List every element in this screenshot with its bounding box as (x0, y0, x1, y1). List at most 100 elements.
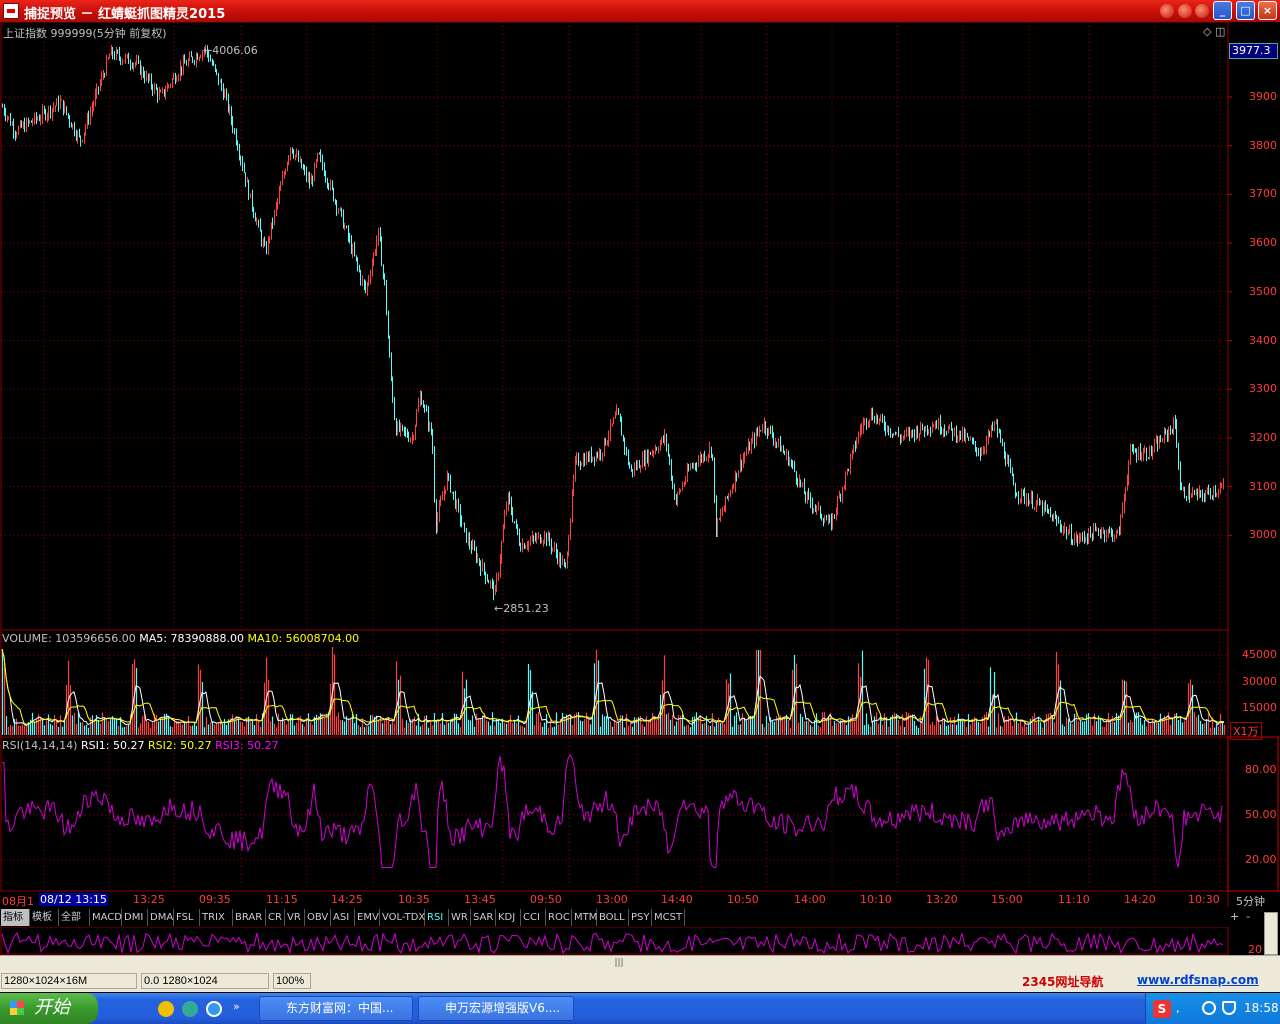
time-axis-label: 10:50 (727, 893, 759, 906)
maximize-button[interactable]: □ (1236, 1, 1255, 20)
time-axis-label: 09:50 (530, 893, 562, 906)
price-tick-label: 3600 (1249, 236, 1277, 250)
mini-rsi-pane (0, 927, 1229, 955)
period-label[interactable]: 5分钟 (1236, 893, 1265, 909)
vertical-scrollbar[interactable] (1264, 912, 1278, 955)
windows-logo-icon (10, 1001, 24, 1015)
decoration-icon (1195, 4, 1209, 18)
indicator-tab[interactable]: CR (266, 909, 285, 926)
stock-chart[interactable] (0, 22, 1280, 928)
indicator-tab[interactable]: KDJ (496, 909, 521, 926)
volume-tick-label: 45000 (1242, 648, 1277, 662)
price-tick-label: 3300 (1249, 382, 1277, 396)
indicator-tab[interactable]: 全部 (59, 909, 90, 926)
resolution-status: 1280×1024×16M (1, 973, 137, 989)
clock: 18:58 (1244, 1001, 1279, 1015)
time-axis-label: 11:10 (1058, 893, 1090, 906)
close-button[interactable]: × (1258, 1, 1277, 20)
time-axis-label: 10:35 (398, 893, 430, 906)
chart-area[interactable]: 上证指数 999999(5分钟 前复权) ◇ ◫ 3977.3 ←4006.06… (0, 22, 1280, 928)
quicklaunch-more-icon[interactable]: » (233, 1000, 240, 1013)
quicklaunch-icon[interactable] (182, 1001, 198, 1017)
rsi-line (2, 754, 1223, 868)
indicator-toolbar[interactable]: 指标 模板 全部 MACD DMI DMA FSL TRIX BRAR CR VR OBV ASI EMV… (0, 909, 1280, 927)
current-price-label: 3977.3 (1229, 43, 1278, 59)
price-tick-label: 3900 (1249, 90, 1277, 103)
indicator-tab[interactable]: VOL-TDX (380, 909, 425, 926)
indicator-tab[interactable]: ROC (546, 909, 572, 926)
taskbar-item-browser[interactable]: 东方财富网：中国... (259, 996, 413, 1021)
rsi-tick-label: 50.00 (1245, 808, 1277, 821)
browser-icon[interactable] (206, 1001, 222, 1017)
time-axis-label: 15:00 (991, 893, 1023, 906)
time-axis-label: 14:25 (331, 893, 363, 906)
time-axis-label: 14:20 (1124, 893, 1156, 906)
time-axis-label: 13:20 (926, 893, 958, 906)
price-pane-border (0, 22, 1229, 631)
scroll-thumb-grip[interactable]: ||| (612, 958, 626, 968)
indicator-tab[interactable]: SAR (471, 909, 496, 926)
time-axis-label: 14:00 (794, 893, 826, 906)
price-tick-label: 3700 (1249, 187, 1277, 201)
volume-unit: X1万 (1230, 722, 1262, 740)
indicator-tab[interactable]: PSY (629, 909, 652, 926)
time-axis-label: 13:45 (464, 893, 496, 906)
volume-icon[interactable] (1202, 1001, 1216, 1015)
zoom-status: 100% (273, 973, 311, 989)
decoration-icon (1178, 4, 1192, 18)
input-method-icon[interactable]: S (1153, 1000, 1171, 1018)
title-bar[interactable]: 捕捉预览 － 红蜻蜓抓图精灵2015 _ □ × (0, 0, 1280, 22)
time-axis-label: 09:35 (199, 893, 231, 906)
indicator-tab[interactable]: 模板 (30, 909, 59, 926)
time-axis-label: 10:10 (860, 893, 892, 906)
indicator-tab[interactable]: EMV (355, 909, 380, 926)
indicator-tab[interactable]: MCST (652, 909, 685, 926)
tray-expand-icon[interactable]: , (1176, 1002, 1180, 1015)
link-2345[interactable]: 2345网址导航 (1022, 973, 1103, 990)
indicator-tab[interactable]: BRAR (233, 909, 266, 926)
quicklaunch-icon[interactable] (158, 1001, 174, 1017)
time-axis-label: 08月1 (2, 895, 34, 908)
coords-status: 0.0 1280×1024 (141, 973, 269, 989)
decoration-icon (1160, 4, 1174, 18)
time-axis-label: 13:25 (133, 893, 165, 906)
indicator-tab[interactable]: BOLL (597, 909, 629, 926)
price-tick-label: 3000 (1249, 528, 1277, 542)
low-price-label: ←2851.23 (494, 602, 549, 615)
price-tick-label: 3100 (1249, 479, 1277, 493)
indicator-tab[interactable]: OBV (305, 909, 331, 926)
window-title: 捕捉预览 － 红蜻蜓抓图精灵2015 (24, 7, 226, 22)
price-tick-label: 3800 (1249, 138, 1277, 152)
status-bar: 1280×1024×16M 0.0 1280×1024 100% 2345网址导… (0, 970, 1280, 992)
price-tick-label: 3400 (1249, 333, 1277, 347)
indicator-tab[interactable]: ASI (331, 909, 355, 926)
chart-options-icon[interactable]: ◇ ◫ (1203, 25, 1225, 38)
time-axis-label: 11:15 (266, 893, 298, 906)
ma5-line (1, 649, 1225, 726)
minimize-button[interactable]: _ (1213, 1, 1232, 20)
indicator-tab[interactable]: TRIX (200, 909, 233, 926)
horizontal-scrollbar[interactable]: ||| (0, 955, 1280, 971)
system-tray: S , 18:58 (1145, 993, 1280, 1024)
indicator-tab[interactable]: RSI (425, 909, 449, 926)
start-button[interactable]: 开始 (0, 993, 98, 1024)
indicator-tab[interactable]: MACD (90, 909, 122, 926)
time-axis-label: 08/12 13:15 (39, 893, 108, 906)
indicator-tab[interactable]: WR (449, 909, 471, 926)
indicator-tab[interactable]: MTM (572, 909, 597, 926)
indicator-tab[interactable]: DMI (122, 909, 148, 926)
volume-tick-label: 30000 (1242, 674, 1277, 688)
indicator-tab[interactable]: CCI (521, 909, 546, 926)
app-icon (3, 3, 19, 19)
indicator-tab[interactable]: VR (285, 909, 305, 926)
indicator-tab[interactable]: DMA (148, 909, 174, 926)
security-shield-icon[interactable] (1222, 1001, 1236, 1015)
taskbar-item-stock-app[interactable]: 申万宏源增强版V6.... (418, 996, 574, 1021)
price-tick-label: 3500 (1249, 284, 1277, 298)
time-axis-label: 13:00 (596, 893, 628, 906)
link-rdfsnap[interactable]: www.rdfsnap.com (1137, 973, 1259, 987)
indicator-tab[interactable]: FSL (174, 909, 200, 926)
volume-header: VOLUME: 103596656.00 MA5: 78390888.00 MA… (2, 632, 360, 645)
indicator-tab[interactable]: 指标 (1, 909, 30, 926)
zoom-controls[interactable]: + - (1230, 910, 1250, 923)
